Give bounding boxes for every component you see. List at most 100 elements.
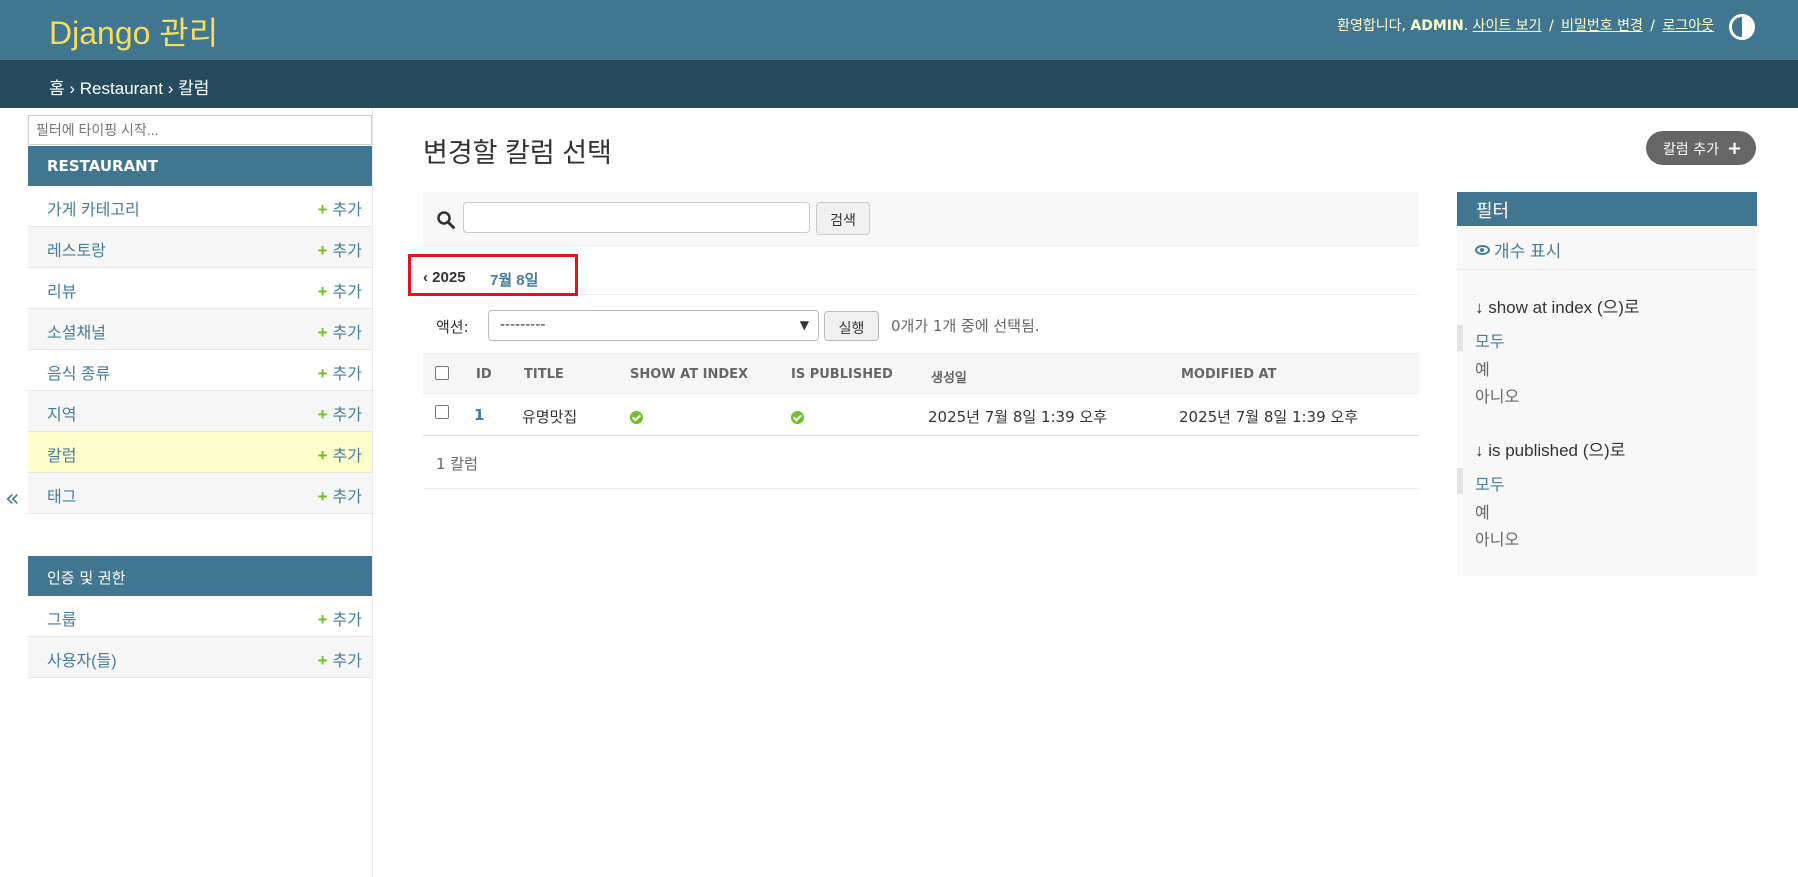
filter-selected-indicator <box>1457 325 1463 351</box>
column-header-id[interactable]: ID <box>476 367 492 382</box>
filter-title: 필터 <box>1457 192 1757 226</box>
sidebar-item-label[interactable]: 칼럼 <box>47 448 76 465</box>
sidebar-item-column[interactable]: 칼럼 + 추가 <box>28 432 372 473</box>
add-link[interactable]: + 추가 <box>318 442 362 466</box>
add-link[interactable]: + 추가 <box>318 483 362 507</box>
view-site-link[interactable]: 사이트 보기 <box>1473 18 1542 34</box>
plus-icon: + <box>317 323 328 342</box>
filter-option-all[interactable]: 모두 <box>1475 328 1504 352</box>
sidebar-item-review[interactable]: 리뷰 + 추가 <box>28 268 372 309</box>
sidebar: RESTAURANT 가게 카테고리 +추가 레스토랑 +추가 리뷰 +추가 소… <box>27 108 373 877</box>
site-brand[interactable]: Django 관리 <box>49 8 218 54</box>
breadcrumb-current: 칼럼 <box>178 79 210 98</box>
plus-icon: + <box>317 651 328 670</box>
welcome-text: 환영합니다, <box>1337 18 1411 34</box>
module-header-restaurant[interactable]: RESTAURANT <box>28 146 372 186</box>
sidebar-collapse-button[interactable]: « <box>5 484 20 512</box>
change-password-link[interactable]: 비밀번호 변경 <box>1561 18 1643 34</box>
filter-selected-indicator <box>1457 468 1463 494</box>
breadcrumb: 홈 › Restaurant › 칼럼 <box>0 60 1798 108</box>
yes-icon <box>630 411 643 424</box>
username: ADMIN <box>1410 18 1464 34</box>
sidebar-item-food-type[interactable]: 음식 종류 + 추가 <box>28 350 372 391</box>
filter-panel: 필터 개수 표시 ↓ show at index (으)로 모두 예 아니오 ↓… <box>1457 192 1757 576</box>
add-link[interactable]: + 추가 <box>318 237 362 261</box>
add-link[interactable]: + 추가 <box>318 606 362 630</box>
paginator: 1 칼럼 <box>423 437 1419 489</box>
breadcrumb-separator: › <box>69 79 76 98</box>
sidebar-item-region[interactable]: 지역 + 추가 <box>28 391 372 432</box>
theme-toggle-dark-half <box>1732 17 1742 37</box>
separator: / <box>1548 18 1554 34</box>
plus-icon: + <box>317 610 328 629</box>
selection-counter: 0개가 1개 중에 선택됨. <box>891 317 1040 335</box>
sidebar-item-label[interactable]: 음식 종류 <box>47 366 110 383</box>
search-button[interactable]: 검색 <box>816 202 870 235</box>
filter-option-no[interactable]: 아니오 <box>1475 526 1519 550</box>
row-modified: 2025년 7월 8일 1:39 오후 <box>1179 408 1359 426</box>
add-link[interactable]: + 추가 <box>318 360 362 384</box>
column-header-created[interactable]: 생성일 <box>931 367 967 386</box>
breadcrumb-app[interactable]: Restaurant <box>80 79 163 98</box>
column-header-modified-at[interactable]: MODIFIED AT <box>1181 367 1276 382</box>
highlight-annotation <box>408 254 578 296</box>
add-link[interactable]: + 추가 <box>318 401 362 425</box>
sidebar-item-store-category[interactable]: 가게 카테고리 + 추가 <box>28 186 372 227</box>
chevron-down-icon: ▼ <box>799 318 809 332</box>
action-select-value: --------- <box>500 317 546 333</box>
sidebar-item-label[interactable]: 리뷰 <box>47 284 76 301</box>
breadcrumb-home[interactable]: 홈 <box>49 79 65 98</box>
theme-toggle-icon[interactable] <box>1729 14 1755 40</box>
show-counts-link[interactable]: 개수 표시 <box>1457 226 1757 270</box>
plus-icon: + <box>317 282 328 301</box>
yes-icon <box>791 411 804 424</box>
filter-group-title: ↓ is published (으)로 <box>1475 441 1626 460</box>
sidebar-item-group[interactable]: 그룹 + 추가 <box>28 596 372 637</box>
filter-option-no[interactable]: 아니오 <box>1475 383 1519 407</box>
sidebar-item-label[interactable]: 레스토랑 <box>47 243 106 260</box>
module-header-auth[interactable]: 인증 및 권한 <box>28 556 372 596</box>
sidebar-item-tag[interactable]: 태그 + 추가 <box>28 473 372 514</box>
add-column-button[interactable]: 칼럼 추가 + <box>1646 131 1756 165</box>
row-checkbox[interactable] <box>435 405 449 419</box>
sidebar-item-label[interactable]: 태그 <box>47 489 76 506</box>
sidebar-item-users[interactable]: 사용자(들) + 추가 <box>28 637 372 678</box>
plus-icon: + <box>317 241 328 260</box>
search-input[interactable] <box>463 202 810 233</box>
run-action-button[interactable]: 실행 <box>824 311 879 341</box>
sidebar-item-label[interactable]: 지역 <box>47 407 76 424</box>
page-title: 변경할 칼럼 선택 <box>423 138 612 168</box>
add-link[interactable]: + 추가 <box>318 647 362 671</box>
plus-icon: + <box>1726 138 1743 159</box>
filter-option-yes[interactable]: 예 <box>1475 356 1490 380</box>
sidebar-item-label[interactable]: 그룹 <box>47 612 76 629</box>
plus-icon: + <box>317 364 328 383</box>
sidebar-item-social-channel[interactable]: 소셜채널 + 추가 <box>28 309 372 350</box>
add-link[interactable]: + 추가 <box>318 319 362 343</box>
sidebar-item-restaurant[interactable]: 레스토랑 + 추가 <box>28 227 372 268</box>
sidebar-filter-input[interactable] <box>28 115 372 145</box>
table-row: 1 유명맛집 2025년 7월 8일 1:39 오후 2025년 7월 8일 1… <box>423 394 1419 436</box>
column-header-is-published[interactable]: IS PUBLISHED <box>791 367 893 382</box>
search-toolbar: 검색 <box>423 192 1419 246</box>
row-title: 유명맛집 <box>522 408 578 426</box>
filter-option-yes[interactable]: 예 <box>1475 499 1490 523</box>
plus-icon: + <box>317 200 328 219</box>
sidebar-item-label[interactable]: 소셜채널 <box>47 325 106 342</box>
select-all-checkbox[interactable] <box>435 366 449 380</box>
sidebar-item-label[interactable]: 가게 카테고리 <box>47 202 140 219</box>
search-icon <box>437 211 455 229</box>
filter-option-all[interactable]: 모두 <box>1475 471 1504 495</box>
row-id-link[interactable]: 1 <box>474 406 484 424</box>
logout-link[interactable]: 로그아웃 <box>1662 18 1714 34</box>
column-header-show-at-index[interactable]: SHOW AT INDEX <box>630 367 748 382</box>
row-created: 2025년 7월 8일 1:39 오후 <box>928 408 1108 426</box>
add-link[interactable]: + 추가 <box>318 196 362 220</box>
action-select[interactable]: --------- ▼ <box>488 310 819 341</box>
filter-group-title: ↓ show at index (으)로 <box>1475 298 1640 317</box>
table-header: ID TITLE SHOW AT INDEX IS PUBLISHED 생성일 … <box>423 353 1419 394</box>
add-link[interactable]: + 추가 <box>318 278 362 302</box>
sidebar-item-label[interactable]: 사용자(들) <box>47 653 117 670</box>
theme-toggle-light-half <box>1742 17 1752 37</box>
column-header-title[interactable]: TITLE <box>524 367 564 382</box>
